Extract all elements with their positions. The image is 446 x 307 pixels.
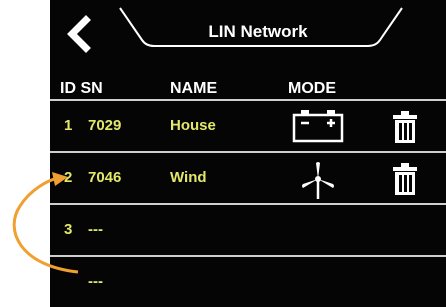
row-divider [50, 255, 446, 257]
trash-icon [393, 111, 417, 143]
row-id: 3 [64, 221, 73, 238]
table-row[interactable]: 1 7029 House [50, 99, 446, 151]
wind-turbine-icon[interactable] [296, 161, 340, 201]
delete-button[interactable] [390, 109, 420, 150]
column-header-mode: MODE [288, 80, 336, 97]
row-id: 2 [64, 169, 73, 186]
row-id: 1 [64, 117, 73, 134]
delete-button[interactable] [390, 161, 420, 202]
row-serial: 7046 [88, 169, 122, 186]
column-header-name: NAME [170, 80, 218, 97]
back-button[interactable] [60, 14, 100, 54]
table-row[interactable]: --- [50, 255, 446, 307]
device-screen: LIN Network ID SN NAME MODE 1 7029 House [50, 0, 446, 307]
column-header-id-sn: ID SN [60, 80, 103, 97]
page-title: LIN Network [208, 22, 308, 41]
chevron-left-icon [67, 15, 91, 53]
header-bar: LIN Network [50, 0, 446, 62]
table-row[interactable]: 3 --- [50, 203, 446, 255]
row-name: Wind [170, 169, 207, 186]
table-row[interactable]: 2 7046 Wind [50, 151, 446, 203]
row-serial: --- [88, 221, 103, 238]
row-serial: --- [88, 273, 103, 290]
row-serial: 7029 [88, 117, 122, 134]
row-divider [50, 151, 446, 153]
row-divider [50, 99, 446, 101]
row-name: House [170, 117, 216, 134]
battery-icon[interactable] [290, 109, 346, 143]
row-divider [50, 203, 446, 205]
trash-icon [393, 163, 417, 195]
